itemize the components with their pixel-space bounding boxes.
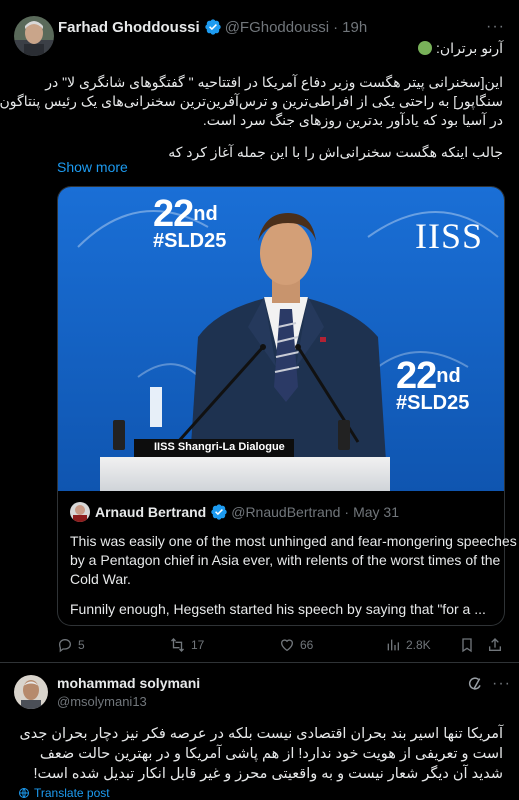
quote-avatar[interactable]: [70, 502, 90, 522]
reply-author-name[interactable]: mohammad solymani: [57, 675, 200, 691]
share-button[interactable]: [487, 637, 508, 653]
tweet-text-line-1: آرنو برتران:: [418, 38, 503, 58]
avatar[interactable]: [14, 675, 48, 709]
tweet-text-line-2: این[سخنرانی پیتر هگست وزیر دفاع آمریکا د…: [45, 74, 503, 90]
tweet-text-line-3: سنگاپور] به راحتی یکی از افراطی‌ترین و ت…: [0, 93, 503, 109]
reply-icon: [58, 638, 72, 653]
tweet-media-image[interactable]: 22nd #SLD25 IISS 22nd #SLD25 IISS Shangr…: [57, 186, 505, 491]
quote-date: May 31: [353, 504, 399, 520]
views-bar-chart-icon: [387, 639, 399, 651]
author-name[interactable]: Farhad Ghoddoussi: [58, 19, 200, 36]
repost-button[interactable]: 17: [169, 637, 204, 653]
tweet-text-span: آرنو برتران:: [436, 40, 503, 56]
logo-suffix: nd: [193, 203, 218, 225]
logo-number: 22: [396, 355, 437, 397]
timestamp[interactable]: 19h: [342, 19, 367, 36]
reply-text-line-1: آمریکا تنها اسیر بند بحران اقتصادی نیست …: [19, 726, 503, 742]
action-bar: 5 17 66 2.8K: [57, 637, 505, 657]
logo-number: 22: [153, 193, 194, 235]
green-circle-icon: [418, 41, 433, 55]
translate-post-label: Translate post: [34, 786, 110, 800]
quote-text-line-4: Funnily enough, Hegseth started his spee…: [70, 601, 486, 617]
author-handle[interactable]: @FGhoddoussi: [225, 19, 329, 36]
dot-separator: ·: [344, 504, 350, 520]
logo-hashtag: #SLD25: [396, 392, 470, 414]
main-tweet[interactable]: Farhad Ghoddoussi @FGhoddoussi · 19h ···…: [0, 0, 519, 663]
avatar[interactable]: [14, 16, 54, 56]
bookmark-icon: [462, 638, 472, 653]
quote-author-handle: @RnaudBertrand: [231, 504, 341, 520]
like-count: 66: [300, 638, 314, 652]
quote-header: Arnaud Bertrand @RnaudBertrand · May 31: [70, 502, 399, 522]
reply-button[interactable]: 5: [57, 637, 85, 653]
grok-icon[interactable]: [467, 676, 483, 692]
verified-badge-icon: [211, 504, 227, 520]
reply-author-handle[interactable]: @msolymani13: [57, 694, 147, 709]
more-options-icon[interactable]: ···: [492, 675, 511, 693]
dot-separator: ·: [333, 18, 339, 36]
views-button[interactable]: 2.8K: [385, 637, 431, 653]
heart-icon: [280, 639, 294, 652]
logo-suffix: nd: [436, 365, 461, 387]
quoted-tweet[interactable]: Arnaud Bertrand @RnaudBertrand · May 31 …: [57, 490, 517, 626]
repost-icon: [171, 638, 184, 652]
sld-logo-left: 22nd #SLD25: [153, 193, 226, 253]
tweet-text-line-4: در آسیا بود که یادآور بدترین روزهای جنگ …: [202, 112, 503, 128]
more-options-icon[interactable]: ···: [486, 18, 505, 36]
quote-text-line-1: This was easily one of the most unhinged…: [70, 533, 517, 549]
podium-label: IISS Shangri-La Dialogue: [154, 441, 285, 453]
verified-badge-icon: [205, 19, 221, 35]
globe-icon: [19, 788, 29, 798]
sld-logo-right: 22nd #SLD25: [396, 355, 469, 415]
quote-text-line-2: by a Pentagon chief in Asia ever, with r…: [70, 552, 501, 568]
reply-text-line-3: شدید آن دیگر شعار نیست و به واقعیتی محرز…: [33, 766, 503, 782]
quote-author-name[interactable]: Arnaud Bertrand: [95, 504, 206, 520]
logo-hashtag: #SLD25: [153, 230, 227, 252]
view-count: 2.8K: [406, 638, 431, 652]
show-more-link[interactable]: Show more: [57, 159, 128, 175]
quote-text-line-3: Cold War.: [70, 571, 131, 587]
repost-count: 17: [191, 638, 205, 652]
translate-post-link[interactable]: Translate post: [18, 786, 110, 800]
tweet-text-line-5: جالب اینکه هگست سخنرانی‌اش را با این جمل…: [168, 144, 503, 160]
iiss-logo: IISS: [415, 216, 484, 256]
reply-count: 5: [78, 638, 85, 652]
like-button[interactable]: 66: [279, 637, 313, 653]
share-icon: [489, 638, 501, 651]
bookmark-button[interactable]: [459, 637, 480, 653]
reply-text-line-2: است و تعریفی از هویت خود ندارد! از هم پا…: [39, 746, 503, 762]
tweet-header: Farhad Ghoddoussi @FGhoddoussi · 19h: [58, 18, 367, 36]
